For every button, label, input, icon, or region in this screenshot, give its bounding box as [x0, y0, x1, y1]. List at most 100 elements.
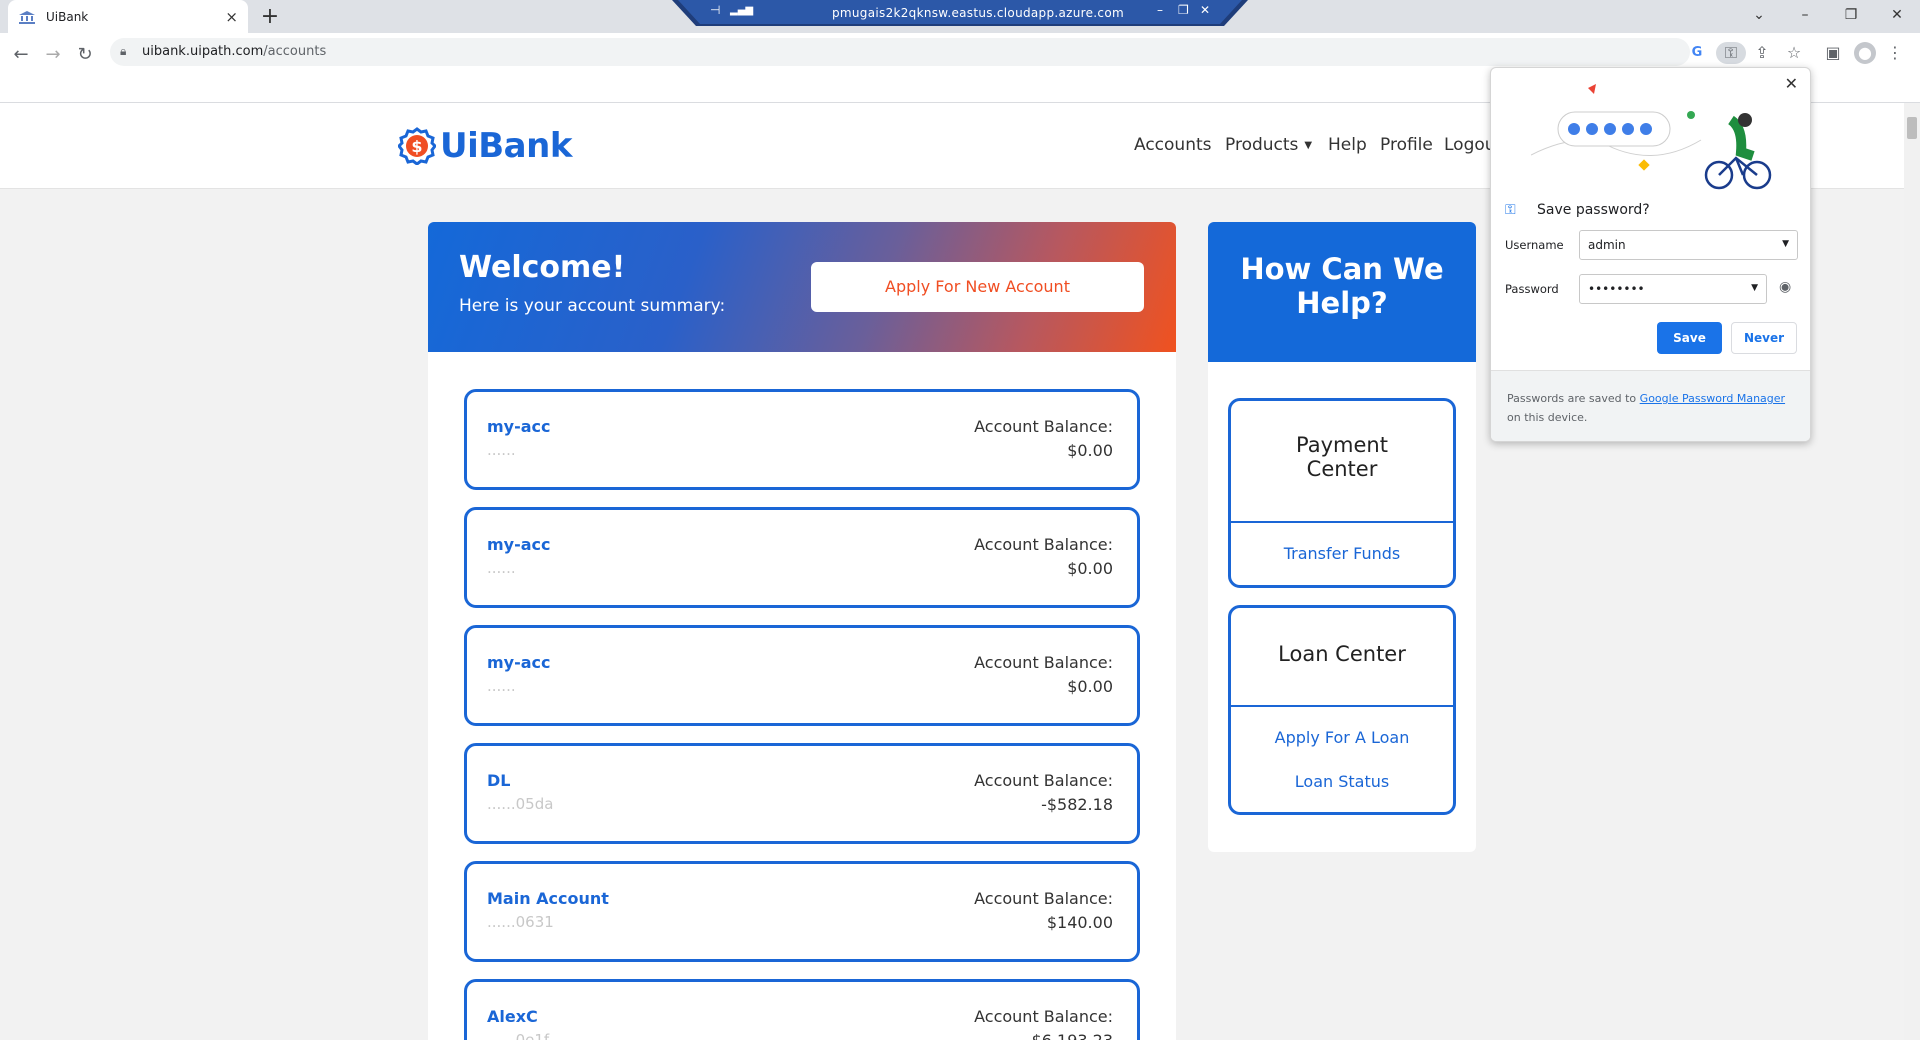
balance-label: Account Balance: [974, 653, 1113, 672]
nav-products-label: Products [1225, 135, 1299, 155]
apply-loan-link[interactable]: Apply For A Loan [1231, 728, 1453, 747]
payment-center-title: Payment Center [1296, 433, 1388, 481]
username-label: Username [1505, 238, 1564, 252]
side-panel-icon[interactable]: ▣ [1822, 42, 1844, 64]
caret-down-icon: ▼ [1304, 140, 1313, 151]
never-button[interactable]: Never [1731, 322, 1797, 354]
account-number: ...... [487, 677, 516, 695]
tab-title: UiBank [46, 9, 89, 24]
menu-icon[interactable]: ⋮ [1884, 42, 1906, 64]
close-icon[interactable]: ✕ [1785, 74, 1798, 93]
apply-new-account-button[interactable]: Apply For New Account [811, 262, 1144, 312]
address-bar[interactable] [110, 38, 1690, 66]
close-window-button[interactable]: ✕ [1874, 0, 1920, 30]
balance-label: Account Balance: [974, 771, 1113, 790]
signal-icon: ▂▄▆ [730, 5, 754, 16]
profile-icon[interactable]: ● [1854, 42, 1876, 64]
account-number: ...... [487, 441, 516, 459]
password-illustration [1531, 84, 1772, 190]
caret-down-icon: ▼ [1751, 283, 1758, 293]
scrollbar-thumb[interactable] [1907, 117, 1917, 139]
minimize-button[interactable]: – [1782, 0, 1828, 30]
password-manager-link[interactable]: Google Password Manager [1640, 392, 1785, 405]
balance-label: Account Balance: [974, 417, 1113, 436]
share-icon[interactable]: ⇪ [1751, 42, 1773, 64]
loan-center-card: Loan Center Apply For A Loan Loan Status [1228, 605, 1456, 815]
reload-icon[interactable]: ↻ [73, 44, 97, 65]
payment-center-card: Payment Center Transfer Funds [1228, 398, 1456, 588]
nav-help[interactable]: Help [1328, 135, 1367, 155]
balance-value: $6,193.23 [1032, 1031, 1113, 1040]
pin-icon[interactable]: ⊣ [710, 3, 720, 17]
loan-status-link[interactable]: Loan Status [1231, 772, 1453, 791]
balance-value: $0.00 [1067, 559, 1113, 578]
balance-value: -$582.18 [1041, 795, 1113, 814]
nav-logout[interactable]: Logou [1444, 135, 1496, 155]
username-field[interactable]: admin ▼ [1579, 230, 1798, 260]
password-field[interactable]: •••••••• ▼ [1579, 274, 1767, 304]
back-icon[interactable]: ← [9, 44, 33, 65]
rdp-minimize-icon[interactable]: – [1157, 3, 1163, 17]
url-path: /accounts [263, 44, 327, 59]
dialog-title: Save password? [1537, 202, 1650, 218]
lock-icon[interactable]: 🔒︎ [120, 44, 126, 59]
nav-profile[interactable]: Profile [1380, 135, 1433, 155]
balance-label: Account Balance: [974, 535, 1113, 554]
account-name: AlexC [487, 1007, 538, 1026]
save-password-dialog: ✕ ⚿ Save password? Username admin ▼ Passw… [1490, 67, 1811, 442]
help-heading: How Can We Help? [1208, 222, 1476, 362]
url-text[interactable]: uibank.uipath.com/accounts [142, 44, 326, 59]
bank-favicon-icon [19, 10, 35, 24]
account-number: ...... [487, 559, 516, 577]
eye-icon[interactable]: ◉ [1779, 279, 1791, 295]
password-label: Password [1505, 282, 1559, 296]
rdp-connection-bar: ⊣ ▂▄▆ pmugais2k2qknsw.eastus.cloudapp.az… [672, 0, 1248, 26]
username-value: admin [1588, 238, 1626, 252]
account-card[interactable]: my-acc ...... Account Balance: $0.00 [464, 507, 1140, 608]
bookmark-star-icon[interactable]: ☆ [1783, 42, 1805, 64]
rdp-restore-icon[interactable]: ❐ [1178, 3, 1189, 17]
svg-text:$: $ [411, 137, 422, 156]
account-card[interactable]: AlexC ......0e1f Account Balance: $6,193… [464, 979, 1140, 1040]
account-card[interactable]: Main Account ......0631 Account Balance:… [464, 861, 1140, 962]
save-button[interactable]: Save [1657, 322, 1722, 354]
dollar-badge-icon: $ [398, 127, 436, 165]
balance-label: Account Balance: [974, 889, 1113, 908]
transfer-funds-link[interactable]: Transfer Funds [1231, 544, 1453, 563]
password-key-icon: ⚿ [1505, 202, 1516, 218]
account-card[interactable]: my-acc ...... Account Balance: $0.00 [464, 625, 1140, 726]
dialog-footer: Passwords are saved to Google Password M… [1491, 370, 1810, 441]
account-card[interactable]: DL ......05da Account Balance: -$582.18 [464, 743, 1140, 844]
account-number: ......0e1f [487, 1031, 550, 1040]
close-tab-icon[interactable]: × [225, 8, 238, 26]
logo[interactable]: $ UiBank [398, 126, 572, 166]
balance-value: $0.00 [1067, 677, 1113, 696]
browser-tab[interactable]: UiBank × [8, 0, 248, 33]
tab-search-icon[interactable]: ⌄ [1736, 0, 1782, 30]
account-number: ......05da [487, 795, 554, 813]
nav-products[interactable]: Products ▼ [1225, 135, 1312, 155]
nav-accounts[interactable]: Accounts [1134, 135, 1212, 155]
page-scrollbar[interactable] [1904, 103, 1920, 1040]
account-card[interactable]: my-acc ...... Account Balance: $0.00 [464, 389, 1140, 490]
password-value: •••••••• [1588, 282, 1645, 296]
new-tab-button[interactable]: + [258, 3, 282, 31]
welcome-subtitle: Here is your account summary: [459, 296, 726, 316]
url-host: uibank.uipath.com [142, 44, 264, 59]
google-icon[interactable]: G [1686, 42, 1708, 64]
divider [1231, 521, 1453, 523]
forward-icon[interactable]: → [41, 44, 65, 65]
footer-suffix: on this device. [1507, 411, 1588, 424]
account-name: my-acc [487, 417, 551, 436]
account-name: DL [487, 771, 511, 790]
restore-button[interactable]: ❐ [1828, 0, 1874, 30]
footer-prefix: Passwords are saved to [1507, 392, 1640, 405]
account-name: my-acc [487, 653, 551, 672]
divider [1231, 705, 1453, 707]
rdp-close-icon[interactable]: ✕ [1200, 3, 1210, 17]
balance-value: $140.00 [1046, 913, 1113, 932]
caret-down-icon: ▼ [1782, 239, 1789, 249]
loan-center-title: Loan Center [1278, 642, 1406, 666]
account-name: my-acc [487, 535, 551, 554]
key-icon[interactable]: ⚿ [1716, 42, 1746, 64]
